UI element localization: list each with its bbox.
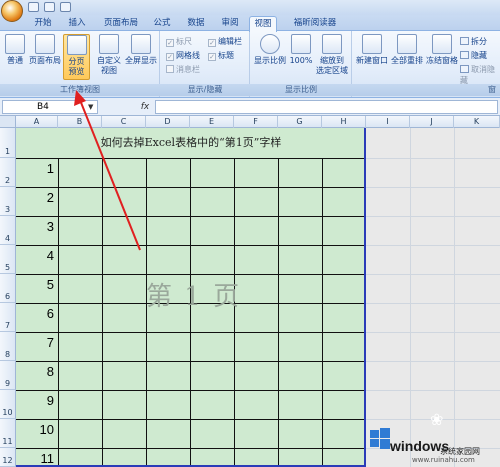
windows-logo-icon — [370, 428, 390, 449]
tab-view[interactable]: 视图 — [249, 16, 277, 32]
paw-icon: ❀ — [430, 410, 444, 429]
office-button-icon[interactable] — [1, 0, 23, 22]
annotation-arrow-icon — [74, 90, 141, 251]
logo-url: www.ruinahu.com — [412, 456, 475, 464]
